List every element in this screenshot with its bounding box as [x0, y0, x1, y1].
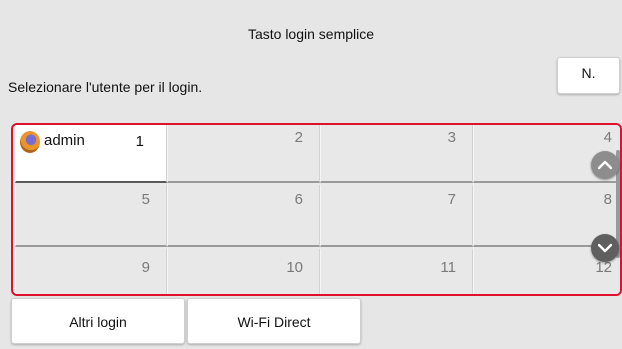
- key-number: 11: [440, 259, 456, 276]
- user-key-3[interactable]: 3: [320, 125, 473, 183]
- key-number: 1: [135, 133, 144, 150]
- other-login-button[interactable]: Altri login: [11, 298, 185, 344]
- chevron-up-icon[interactable]: [591, 151, 619, 179]
- user-key-10[interactable]: 10: [167, 249, 320, 294]
- sort-number-button[interactable]: N.: [557, 57, 620, 94]
- key-number: 4: [603, 129, 612, 146]
- key-number: 8: [603, 191, 612, 208]
- key-number: 2: [294, 129, 303, 146]
- key-number: 5: [141, 191, 150, 208]
- key-number: 9: [141, 259, 150, 276]
- user-grid: admin 1 2 3 4 5 6 7 8 9 10 11 12: [11, 123, 622, 296]
- key-number: 7: [447, 191, 456, 208]
- key-number: 10: [286, 259, 303, 276]
- page-title: Tasto login semplice: [247, 26, 375, 42]
- key-number: 3: [447, 129, 456, 146]
- chevron-down-icon[interactable]: [591, 234, 619, 262]
- user-key-5[interactable]: 5: [15, 185, 167, 247]
- user-key-6[interactable]: 6: [167, 185, 320, 247]
- user-entry: admin: [20, 127, 85, 153]
- user-key-9[interactable]: 9: [15, 249, 167, 294]
- user-key-2[interactable]: 2: [167, 125, 320, 183]
- instruction-text: Selezionare l'utente per il login.: [8, 79, 203, 95]
- user-key-1[interactable]: admin 1: [15, 125, 167, 183]
- user-key-11[interactable]: 11: [320, 249, 473, 294]
- user-name: admin: [44, 131, 85, 149]
- user-key-7[interactable]: 7: [320, 185, 473, 247]
- key-number: 6: [294, 191, 303, 208]
- user-avatar-icon: [20, 131, 40, 153]
- wifi-direct-button[interactable]: Wi-Fi Direct: [187, 298, 361, 344]
